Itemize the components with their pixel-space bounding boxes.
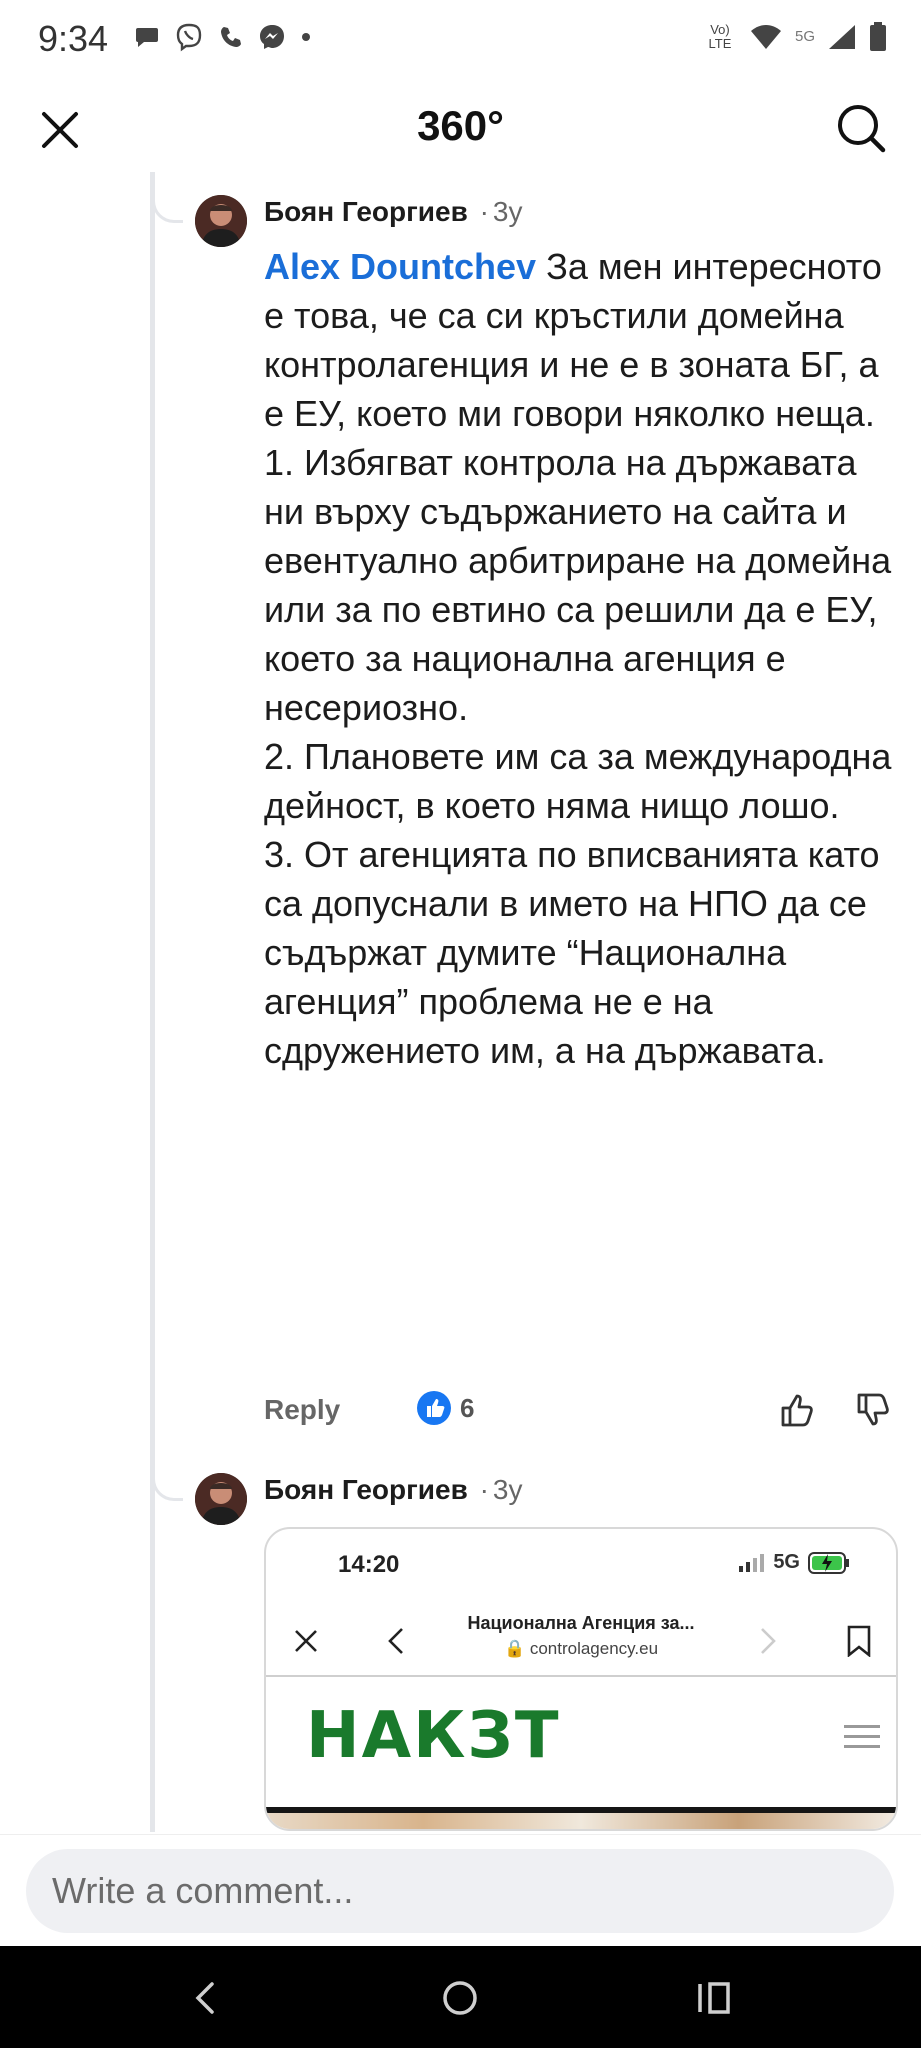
embedded-forward-icon — [761, 1628, 776, 1654]
comment-paragraph: 2. Плановете им са за международна дейно… — [264, 736, 892, 826]
dot-icon — [302, 33, 310, 41]
embedded-url-text: controlagency.eu — [529, 1639, 659, 1658]
separator: · — [479, 1474, 489, 1505]
reaction-summary[interactable]: 6 — [416, 1390, 474, 1426]
comment-text: Alex Dountchev За мен интересното е това… — [264, 242, 904, 1075]
comment-paragraph: 3. От агенцията по вписванията като са д… — [264, 834, 880, 1071]
notification-icons — [134, 22, 312, 52]
system-icons: Vo) LTE 5G — [703, 22, 887, 52]
embedded-banner-image — [266, 1813, 896, 1829]
reply-button[interactable]: Reply — [264, 1394, 340, 1426]
embedded-back-icon — [388, 1628, 403, 1654]
embedded-menu-icon — [844, 1725, 880, 1755]
comment-header: Боян Георгиев · 3y — [264, 196, 522, 228]
reaction-count: 6 — [460, 1392, 475, 1423]
embedded-time: 14:20 — [338, 1551, 400, 1578]
comment-time[interactable]: 3y — [493, 196, 523, 227]
comment-actions: Reply 6 — [264, 1390, 894, 1434]
separator: · — [479, 196, 489, 227]
embedded-signal: 5G — [739, 1551, 850, 1574]
avatar[interactable] — [195, 1473, 247, 1525]
embedded-logo: НАКЗТ — [306, 1699, 561, 1773]
comment-author[interactable]: Боян Георгиев — [264, 1474, 468, 1505]
thumbs-up-icon[interactable] — [778, 1390, 818, 1430]
recents-icon[interactable] — [692, 1976, 736, 2020]
embedded-close-icon — [295, 1630, 317, 1652]
mention-link[interactable]: Alex Dountchev — [264, 246, 536, 287]
back-icon[interactable] — [184, 1976, 228, 2020]
chat-bubble-icon — [136, 28, 158, 47]
reply-connector — [152, 1450, 183, 1501]
avatar-photo — [195, 195, 247, 247]
status-time: 9:34 — [38, 18, 109, 59]
comment-input-bar — [0, 1834, 921, 1947]
comment-image-screenshot[interactable]: 14:20 5G Национална Агенция за... 🔒 cont… — [264, 1527, 898, 1831]
comment-paragraph: 1. Избягват контрола на държавата ни вър… — [264, 442, 892, 728]
messenger-icon — [260, 25, 284, 49]
thumbs-down-icon[interactable] — [854, 1390, 894, 1430]
embedded-browser-bar: Национална Агенция за... 🔒 controlagency… — [266, 1607, 896, 1677]
phone-icon — [221, 27, 241, 47]
status-bar: 9:34 Vo) LTE 5G — [0, 0, 921, 80]
avatar[interactable] — [195, 195, 247, 247]
wifi-icon — [750, 25, 781, 49]
thread-line — [150, 172, 155, 1832]
signal-icon — [829, 25, 855, 49]
home-icon[interactable] — [438, 1976, 482, 2020]
comment-header: Боян Георгиев · 3y — [264, 1474, 522, 1506]
comment-time[interactable]: 3y — [493, 1474, 523, 1505]
embedded-bookmark-icon — [847, 1625, 871, 1657]
5g-icon: 5G — [794, 28, 815, 45]
viber-icon — [176, 23, 202, 52]
embedded-url: 🔒 controlagency.eu — [503, 1639, 659, 1658]
avatar-photo — [195, 1473, 247, 1525]
page-title: 360° — [417, 102, 504, 149]
comment-author[interactable]: Боян Георгиев — [264, 196, 468, 227]
embedded-status-bar: 14:20 5G — [266, 1529, 896, 1593]
system-navigation-bar — [0, 1946, 921, 2048]
top-app-bar: 360° — [0, 80, 921, 176]
reply-connector — [152, 172, 183, 223]
embedded-network: 5G — [773, 1551, 800, 1573]
signal-bars-icon — [739, 1553, 765, 1572]
comment-input[interactable] — [26, 1849, 894, 1933]
charging-battery-icon — [808, 1551, 849, 1574]
thumbs-up-reaction-icon — [417, 1391, 451, 1425]
search-icon[interactable] — [835, 102, 887, 154]
volte-icon: Vo) LTE — [708, 22, 732, 51]
battery-icon — [870, 22, 886, 51]
embedded-page-title: Национална Агенция за... — [467, 1613, 695, 1633]
